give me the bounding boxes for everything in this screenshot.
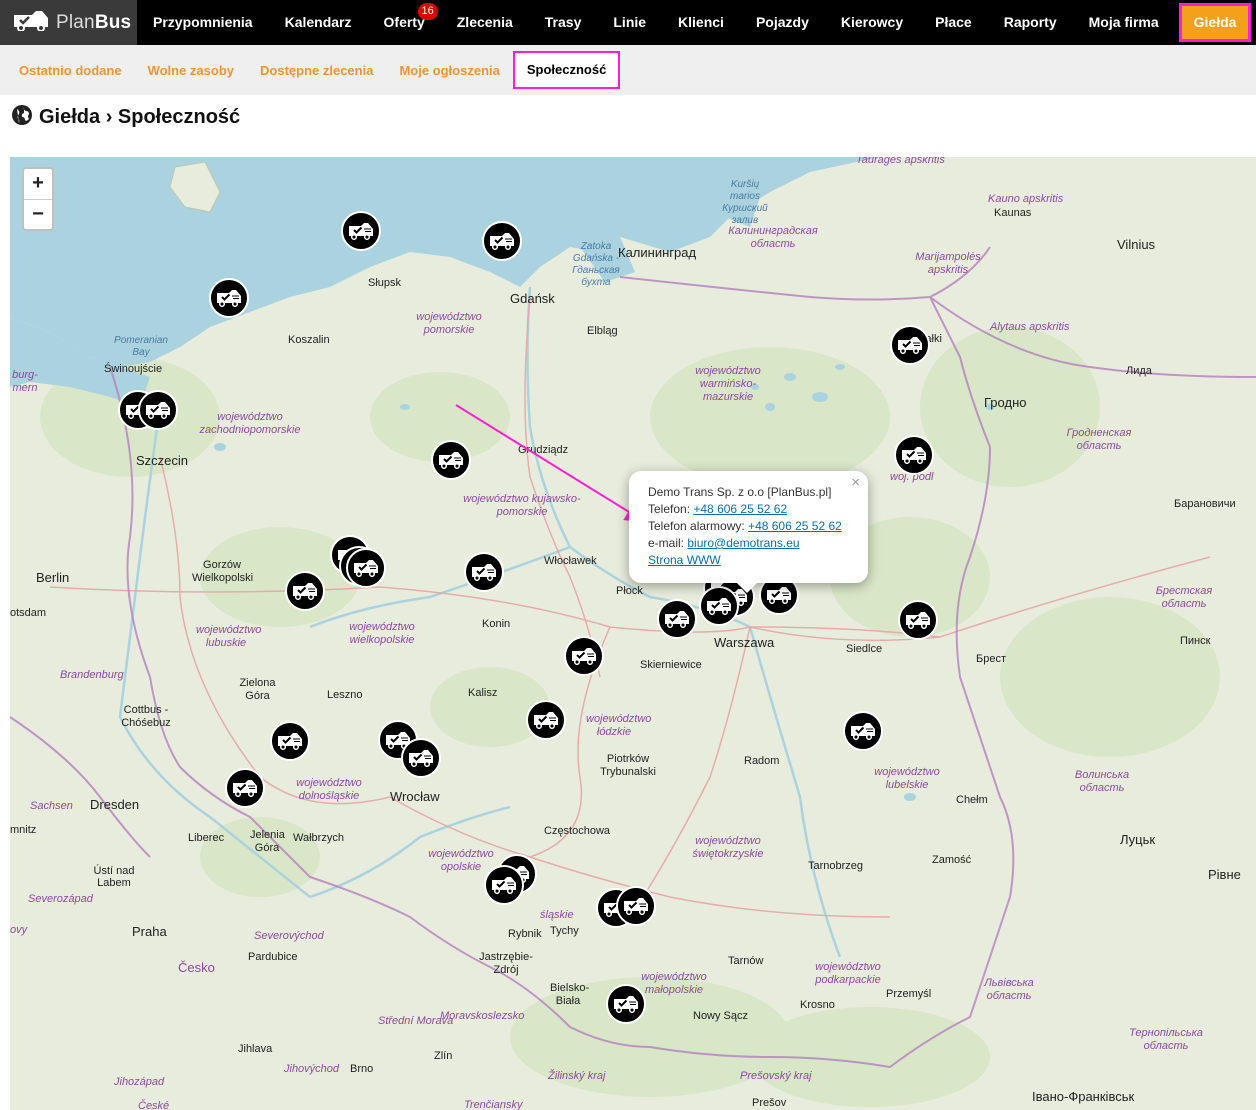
nav-raporty[interactable]: Raporty (988, 0, 1073, 45)
nav-przypomnienia[interactable]: Przypomnienia (137, 0, 269, 45)
popup-phone-label: Telefon: (648, 502, 691, 516)
popup-tip (737, 583, 757, 593)
popup-www-row: Strona WWW (648, 552, 849, 569)
nav-trasy[interactable]: Trasy (529, 0, 598, 45)
nav-kierowcy[interactable]: Kierowcy (825, 0, 919, 45)
popup-company-name: Demo Trans Sp. z o.o [PlanBus.pl] (648, 485, 832, 499)
popup-close-button[interactable]: × (851, 474, 860, 491)
nav-linie[interactable]: Linie (597, 0, 662, 45)
nav-zlecenia[interactable]: Zlecenia (441, 0, 529, 45)
truck-logo-icon (12, 9, 50, 36)
nav-moja-firma[interactable]: Moja firma (1073, 0, 1175, 45)
nav-pojazdy[interactable]: Pojazdy (740, 0, 825, 45)
popup-phone-row: Telefon: +48 606 25 52 62 (648, 501, 849, 518)
subnav-moje-ogloszenia[interactable]: Moje ogłoszenia (386, 63, 512, 78)
subnav-ostatnio-dodane[interactable]: Ostatnio dodane (6, 63, 135, 78)
popup-alarm-row: Telefon alarmowy: +48 606 25 52 62 (648, 518, 849, 535)
subnav-wolne-zasoby[interactable]: Wolne zasoby (135, 63, 247, 78)
nav-klienci[interactable]: Klienci (662, 0, 740, 45)
subnav-dostepne-zlecenia[interactable]: Dostępne zlecenia (247, 63, 386, 78)
popup-phone-link[interactable]: +48 606 25 52 62 (693, 502, 787, 516)
subnav-spolecznosc[interactable]: Społeczność (512, 51, 621, 89)
planbus-logo[interactable]: PlanBus (0, 0, 137, 45)
map-view[interactable]: + − Słupsk Gdańsk Калининград Koszalin E… (10, 157, 1256, 1110)
popup-email-link[interactable]: biuro@demotrans.eu (687, 536, 799, 550)
top-navbar: PlanBus Przypomnienia Kalendarz Oferty 16… (0, 0, 1256, 45)
main-menu: Przypomnienia Kalendarz Oferty 16 Zleceni… (137, 0, 1252, 45)
nav-place[interactable]: Płace (919, 0, 988, 45)
company-info-popup: × Demo Trans Sp. z o.o [PlanBus.pl] Tele… (629, 471, 868, 593)
nav-gielda[interactable]: Giełda (1178, 3, 1252, 42)
oferty-count-badge: 16 (417, 3, 438, 20)
popup-email-label: e-mail: (648, 536, 685, 550)
popup-email-row: e-mail: biuro@demotrans.eu (648, 535, 849, 552)
page-title: Giełda › Społeczność (39, 106, 241, 128)
sub-navbar: Ostatnio dodane Wolne zasoby Dostępne zl… (0, 45, 1256, 95)
logo-text: PlanBus (56, 11, 132, 33)
nav-oferty[interactable]: Oferty 16 (368, 0, 441, 45)
popup-alarm-label: Telefon alarmowy: (648, 519, 745, 533)
annotation-arrow (455, 404, 646, 523)
globe-icon (11, 104, 33, 131)
page-heading: Giełda › Społeczność (11, 104, 240, 131)
popup-www-link[interactable]: Strona WWW (648, 553, 721, 567)
popup-alarm-phone-link[interactable]: +48 606 25 52 62 (748, 519, 842, 533)
nav-kalendarz[interactable]: Kalendarz (269, 0, 368, 45)
